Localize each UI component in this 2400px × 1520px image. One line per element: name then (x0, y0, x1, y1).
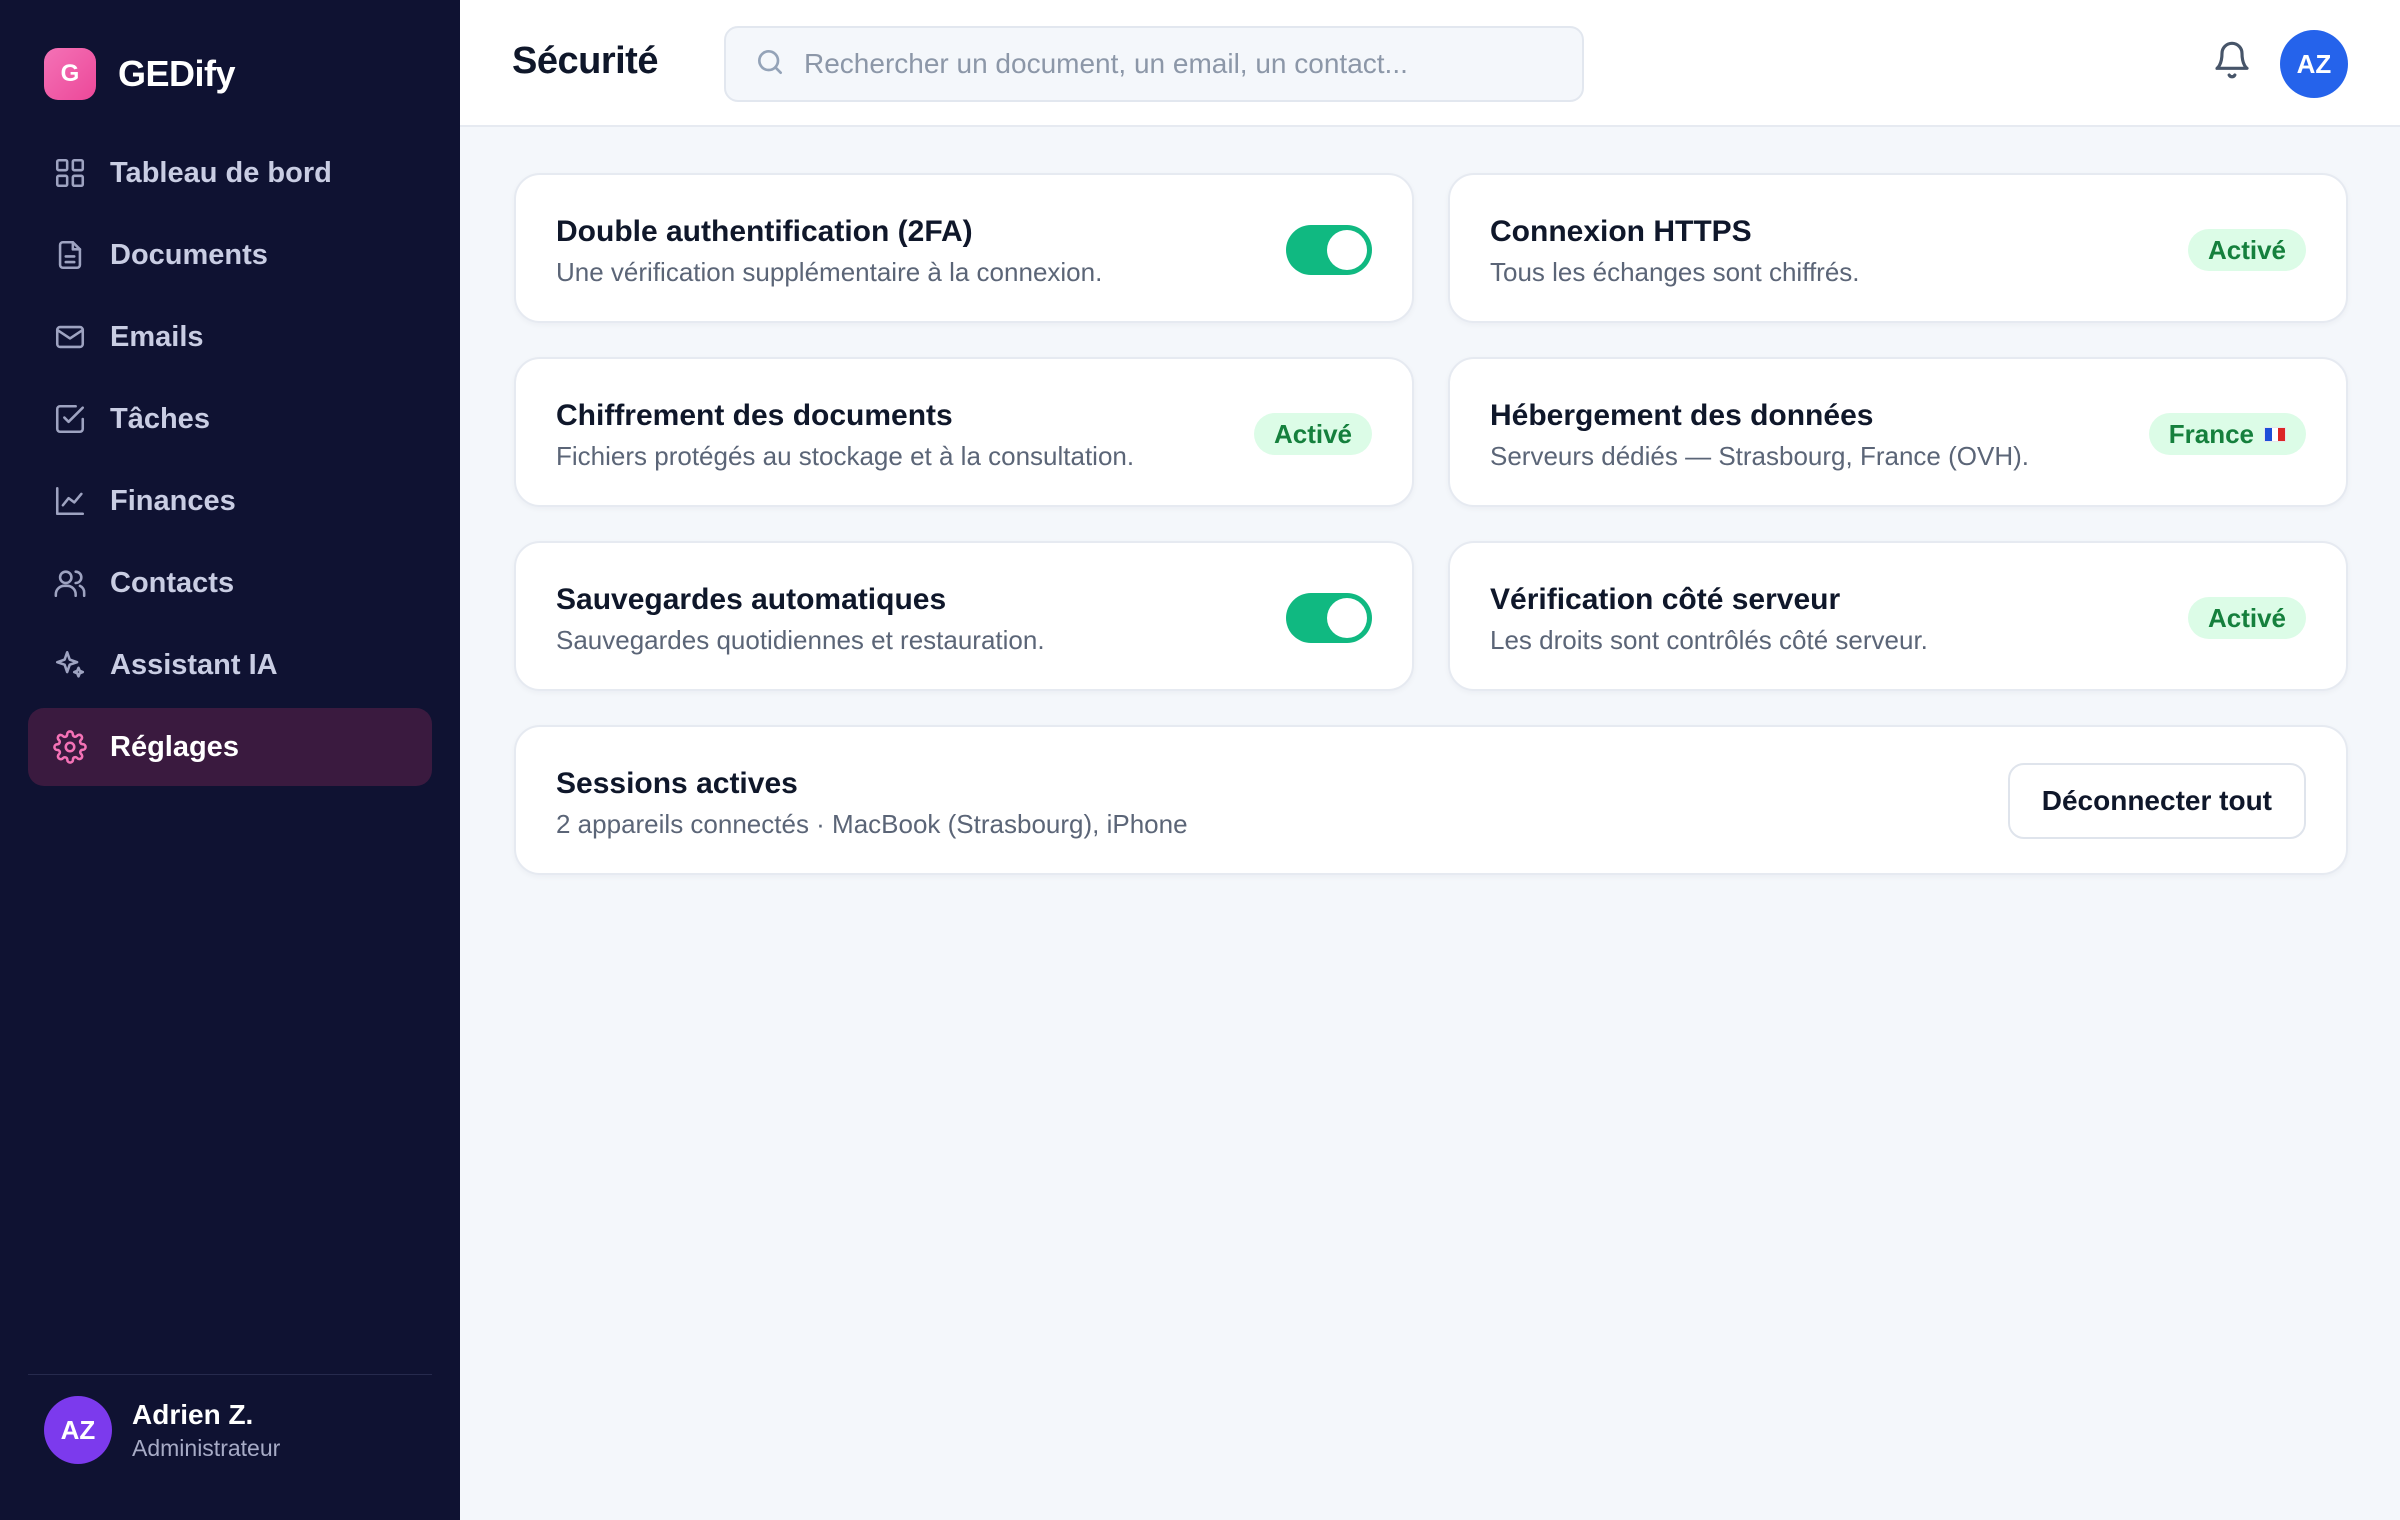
logout-all-button[interactable]: Déconnecter tout (2007, 763, 2306, 839)
search-bar[interactable] (724, 26, 1584, 102)
page-title: Sécurité (512, 40, 658, 82)
sidebar-item-documents[interactable]: Documents (28, 216, 432, 294)
app-logo: G (44, 48, 96, 100)
gear-icon (52, 729, 88, 765)
card-description: Tous les échanges sont chiffrés. (1490, 257, 1860, 287)
location-badge: France (2148, 413, 2306, 455)
card-description: Les droits sont contrôlés côté serveur. (1490, 625, 1928, 655)
sidebar-item-label: Finances (110, 484, 236, 517)
sidebar-nav: Tableau de bord Documents Emails Tâches … (28, 134, 432, 790)
sidebar-item-taches[interactable]: Tâches (28, 380, 432, 458)
avatar[interactable]: AZ (2280, 30, 2348, 98)
sidebar: G GEDify Tableau de bord Documents Email… (0, 0, 460, 1520)
chart-icon (52, 483, 88, 519)
mail-icon (52, 319, 88, 355)
two-factor-toggle[interactable] (1286, 225, 1372, 275)
sparkles-icon (52, 647, 88, 683)
sidebar-item-emails[interactable]: Emails (28, 298, 432, 376)
sidebar-item-finances[interactable]: Finances (28, 462, 432, 540)
france-flag-icon (2264, 426, 2286, 442)
sidebar-item-label: Tâches (110, 402, 210, 435)
bell-icon (2212, 41, 2252, 84)
sidebar-item-dashboard[interactable]: Tableau de bord (28, 134, 432, 212)
card-backups: Sauvegardes automatiques Sauvegardes quo… (514, 541, 1414, 691)
checkbox-icon (52, 401, 88, 437)
status-badge: Activé (1253, 413, 1372, 455)
sidebar-item-assistant-ia[interactable]: Assistant IA (28, 626, 432, 704)
card-description: 2 appareils connectés · MacBook (Strasbo… (556, 809, 1188, 839)
card-two-factor: Double authentification (2FA) Une vérifi… (514, 173, 1414, 323)
card-server-check: Vérification côté serveur Les droits son… (1448, 541, 2348, 691)
card-description: Sauvegardes quotidiennes et restauration… (556, 625, 1045, 655)
user-profile[interactable]: AZ Adrien Z. Administrateur (44, 1396, 280, 1464)
sidebar-item-contacts[interactable]: Contacts (28, 544, 432, 622)
card-hosting: Hébergement des données Serveurs dédiés … (1448, 357, 2348, 507)
users-icon (52, 565, 88, 601)
card-encryption: Chiffrement des documents Fichiers proté… (514, 357, 1414, 507)
card-description: Fichiers protégés au stockage et à la co… (556, 441, 1135, 471)
top-header: Sécurité AZ (460, 0, 2400, 127)
sidebar-item-label: Réglages (110, 730, 239, 763)
sidebar-item-label: Tableau de bord (110, 156, 332, 189)
sidebar-item-label: Emails (110, 320, 204, 353)
sidebar-item-label: Contacts (110, 566, 235, 599)
card-description: Une vérification supplémentaire à la con… (556, 257, 1103, 287)
card-title: Sauvegardes automatiques (556, 583, 947, 616)
user-name: Adrien Z. (132, 1398, 254, 1430)
sidebar-divider (28, 1374, 432, 1375)
search-input[interactable] (804, 48, 1564, 80)
card-description: Serveurs dédiés — Strasbourg, France (OV… (1490, 441, 2029, 471)
status-badge: Activé (2187, 597, 2306, 639)
app-name: GEDify (118, 53, 236, 94)
toggle-knob (1327, 598, 1367, 638)
status-badge: Activé (2187, 229, 2306, 271)
sidebar-item-label: Documents (110, 238, 268, 271)
toggle-knob (1327, 230, 1367, 270)
card-title: Hébergement des données (1490, 399, 1874, 432)
dashboard-icon (52, 155, 88, 191)
card-sessions: Sessions actives 2 appareils connectés ·… (514, 725, 2348, 875)
search-icon (754, 46, 786, 83)
badge-label: France (2168, 418, 2254, 449)
user-role: Administrateur (132, 1434, 281, 1461)
document-icon (52, 237, 88, 273)
sidebar-item-label: Assistant IA (110, 648, 278, 681)
card-title: Connexion HTTPS (1490, 215, 1752, 248)
sidebar-item-reglages[interactable]: Réglages (28, 708, 432, 786)
card-https: Connexion HTTPS Tous les échanges sont c… (1448, 173, 2348, 323)
notifications-button[interactable] (2212, 40, 2256, 84)
avatar: AZ (44, 1396, 112, 1464)
card-title: Chiffrement des documents (556, 399, 953, 432)
card-title: Double authentification (2FA) (556, 215, 973, 248)
user-info: Adrien Z. Administrateur (132, 1399, 280, 1462)
brand[interactable]: G GEDify (44, 48, 236, 100)
backups-toggle[interactable] (1286, 593, 1372, 643)
card-title: Vérification côté serveur (1490, 583, 1841, 616)
card-title: Sessions actives (556, 767, 798, 800)
